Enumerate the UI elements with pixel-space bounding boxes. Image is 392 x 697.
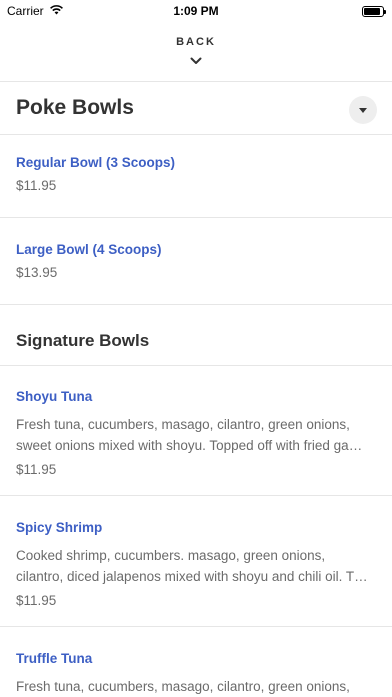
divider	[0, 81, 392, 82]
item-description: Fresh tuna, cucumbers, masago, cilantro,…	[16, 414, 378, 456]
item-name: Spicy Shrimp	[16, 520, 103, 535]
caret-down-icon	[359, 101, 367, 119]
divider	[0, 495, 392, 496]
item-price: $11.95	[16, 462, 57, 477]
item-description-line: sweet onions mixed with shoyu. Topped of…	[16, 438, 363, 453]
divider	[0, 217, 392, 218]
chevron-down-icon	[190, 52, 202, 70]
divider	[0, 365, 392, 366]
item-name: Shoyu Tuna	[16, 389, 93, 404]
item-price: $11.95	[16, 593, 57, 608]
status-left: Carrier	[7, 4, 64, 18]
menu-item-spicy-shrimp[interactable]: Spicy Shrimp Cooked shrimp, cucumbers. m…	[16, 519, 378, 608]
back-button[interactable]: BACK	[0, 36, 392, 72]
item-price: $11.95	[16, 178, 57, 193]
section-title-signature-bowls: Signature Bowls	[16, 331, 150, 350]
item-price: $13.95	[16, 265, 58, 280]
item-description-line: Fresh tuna, cucumbers, masago, cilantro,…	[16, 417, 350, 432]
item-description: Fresh tuna, cucumbers, masago, cilantro,…	[16, 676, 378, 697]
item-name: Regular Bowl (3 Scoops)	[16, 155, 176, 170]
menu-item-large-bowl[interactable]: Large Bowl (4 Scoops) $13.95	[16, 241, 378, 280]
divider	[0, 304, 392, 305]
carrier-label: Carrier	[7, 4, 44, 18]
divider	[0, 134, 392, 135]
wifi-icon	[49, 4, 64, 18]
item-description-line: Fresh tuna, cucumbers, masago, cilantro,…	[16, 679, 350, 694]
divider	[0, 626, 392, 627]
item-description-line: cilantro, diced jalapenos mixed with sho…	[16, 569, 368, 584]
item-description: Cooked shrimp, cucumbers. masago, green …	[16, 545, 378, 587]
section-dropdown-button[interactable]	[349, 96, 377, 124]
menu-item-shoyu-tuna[interactable]: Shoyu Tuna Fresh tuna, cucumbers, masago…	[16, 388, 378, 477]
menu-item-regular-bowl[interactable]: Regular Bowl (3 Scoops) $11.95	[16, 154, 378, 193]
back-label: BACK	[176, 36, 216, 48]
status-bar: Carrier 1:09 PM	[0, 0, 392, 22]
item-description-line: Cooked shrimp, cucumbers. masago, green …	[16, 548, 326, 563]
battery-icon	[362, 5, 386, 17]
section-title-poke-bowls: Poke Bowls	[16, 96, 134, 119]
menu-item-truffle-tuna[interactable]: Truffle Tuna Fresh tuna, cucumbers, masa…	[16, 650, 378, 697]
item-name: Large Bowl (4 Scoops)	[16, 242, 162, 257]
item-name: Truffle Tuna	[16, 651, 93, 666]
